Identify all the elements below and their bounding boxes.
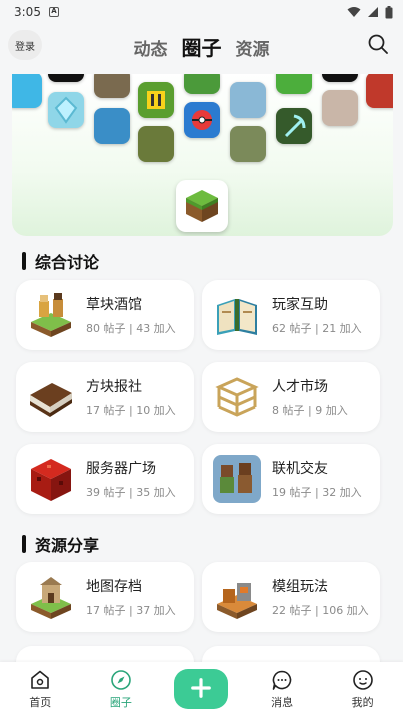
nav-label: 首页 bbox=[29, 695, 52, 709]
signal-icon bbox=[368, 7, 378, 17]
section-title-discussion: 综合讨论 bbox=[22, 249, 99, 273]
add-post-button[interactable] bbox=[174, 669, 229, 709]
diamond-tile-icon bbox=[48, 92, 84, 128]
tavern-icon bbox=[26, 290, 76, 340]
circle-card-maps[interactable]: 地图存档 17 帖子 | 37 加入 bbox=[16, 562, 194, 632]
profile-icon bbox=[352, 669, 373, 690]
game-tile-icon bbox=[366, 74, 393, 108]
status-bar: 3:05 A bbox=[0, 0, 403, 24]
message-icon bbox=[272, 670, 292, 690]
circle-card-server-plaza[interactable]: 服务器广场 39 帖子 | 35 加入 bbox=[16, 444, 194, 514]
nav-messages[interactable]: 消息 bbox=[252, 669, 312, 710]
card-title: 草块酒馆 bbox=[86, 297, 142, 313]
nav-add[interactable] bbox=[171, 669, 231, 709]
search-icon[interactable] bbox=[367, 33, 389, 55]
game-tile-icon bbox=[94, 74, 130, 98]
redstone-block-icon bbox=[26, 454, 76, 504]
nav-circles[interactable]: 圈子 bbox=[91, 669, 151, 710]
bottom-nav: 首页 圈子 消息 我的 bbox=[0, 662, 403, 716]
nav-home[interactable]: 首页 bbox=[10, 669, 70, 710]
card-title: 人才市场 bbox=[272, 379, 328, 395]
nav-label: 我的 bbox=[351, 695, 374, 709]
grass-block-icon bbox=[176, 180, 228, 232]
card-title: 联机交友 bbox=[272, 461, 328, 477]
section-title-text: 综合讨论 bbox=[35, 253, 100, 272]
game-tile-icon bbox=[12, 74, 42, 108]
real-source-tile-icon bbox=[276, 74, 312, 94]
character-tile-icon bbox=[322, 90, 358, 126]
pickaxe-tile-icon bbox=[276, 108, 312, 144]
mod-island-icon bbox=[212, 572, 262, 622]
card-stats: 80 帖子 | 43 加入 bbox=[86, 322, 176, 335]
circle-card-newspaper[interactable]: 方块报社 17 帖子 | 10 加入 bbox=[16, 362, 194, 432]
nav-label: 消息 bbox=[271, 695, 294, 709]
game-tile-icon bbox=[322, 74, 358, 82]
nav-profile[interactable]: 我的 bbox=[333, 669, 393, 710]
circles-banner[interactable] bbox=[12, 74, 393, 236]
tab-resources[interactable]: 资源 bbox=[236, 35, 270, 60]
unicycle-tile-icon bbox=[94, 108, 130, 144]
card-stats: 39 帖子 | 35 加入 bbox=[86, 486, 176, 499]
wifi-icon bbox=[347, 7, 361, 17]
card-title: 服务器广场 bbox=[86, 461, 156, 477]
game-tile-icon bbox=[230, 82, 266, 118]
pixel-ball-tile-icon bbox=[184, 102, 220, 138]
home-icon bbox=[31, 670, 50, 689]
game-tile-icon bbox=[184, 74, 220, 94]
sim-icon: A bbox=[48, 7, 59, 17]
circle-card-player-help[interactable]: 玩家互助 62 帖子 | 21 加入 bbox=[202, 280, 380, 350]
section-title-resources: 资源分享 bbox=[22, 532, 99, 556]
top-header: 登录 动态 圈子 资源 bbox=[0, 24, 403, 66]
circle-card-mods[interactable]: 模组玩法 22 帖子 | 106 加入 bbox=[202, 562, 380, 632]
top-tabs: 动态 圈子 资源 bbox=[0, 32, 403, 61]
game-tile-icon bbox=[230, 126, 266, 162]
card-title: 地图存档 bbox=[86, 579, 142, 595]
card-stats: 17 帖子 | 10 加入 bbox=[86, 404, 176, 417]
game-tile-icon bbox=[138, 126, 174, 162]
compass-icon bbox=[111, 669, 131, 690]
section-title-text: 资源分享 bbox=[35, 536, 100, 555]
card-stats: 22 帖子 | 106 加入 bbox=[272, 604, 369, 617]
scaffold-icon bbox=[212, 372, 262, 422]
add-icon bbox=[191, 677, 212, 698]
nav-label: 圈子 bbox=[109, 695, 132, 709]
map-island-icon bbox=[26, 572, 76, 622]
card-title: 玩家互助 bbox=[272, 297, 328, 313]
newspaper-book-icon bbox=[26, 372, 76, 422]
section-marker bbox=[22, 535, 26, 553]
card-title: 模组玩法 bbox=[272, 579, 328, 595]
card-stats: 17 帖子 | 37 加入 bbox=[86, 604, 176, 617]
players-icon bbox=[212, 454, 262, 504]
card-title: 方块报社 bbox=[86, 379, 142, 395]
game-tile-icon bbox=[138, 82, 174, 118]
card-stats: 8 帖子 | 9 加入 bbox=[272, 404, 348, 417]
circle-card-tavern[interactable]: 草块酒馆 80 帖子 | 43 加入 bbox=[16, 280, 194, 350]
card-stats: 62 帖子 | 21 加入 bbox=[272, 322, 362, 335]
circle-card-talent-market[interactable]: 人才市场 8 帖子 | 9 加入 bbox=[202, 362, 380, 432]
battery-icon bbox=[385, 5, 393, 18]
tab-dynamic[interactable]: 动态 bbox=[134, 35, 168, 60]
game-tile-icon bbox=[48, 74, 84, 82]
section-marker bbox=[22, 252, 26, 270]
card-stats: 19 帖子 | 32 加入 bbox=[272, 486, 362, 499]
book-icon bbox=[212, 290, 262, 340]
status-time: 3:05 bbox=[14, 5, 41, 19]
circle-card-multiplayer[interactable]: 联机交友 19 帖子 | 32 加入 bbox=[202, 444, 380, 514]
tab-circles[interactable]: 圈子 bbox=[182, 32, 222, 61]
